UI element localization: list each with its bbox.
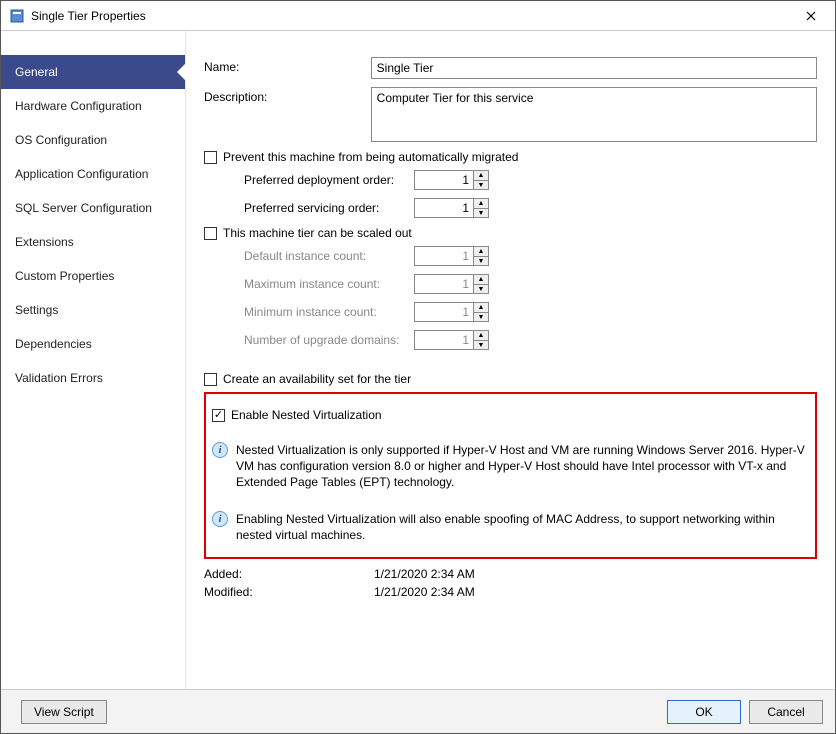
modified-label: Modified: [204,585,374,599]
chevron-up-icon[interactable]: ▲ [474,171,488,180]
preferred-deployment-input[interactable] [414,170,474,190]
chevron-up-icon: ▲ [474,331,488,340]
default-instance-spinner: ▲▼ [474,246,489,266]
scale-out-checkbox[interactable] [204,227,217,240]
added-label: Added: [204,567,374,581]
footer: View Script OK Cancel [1,689,835,733]
mac-spoofing-info: Enabling Nested Virtualization will also… [236,511,809,543]
sidebar-item-general[interactable]: General [1,55,185,89]
chevron-down-icon[interactable]: ▼ [474,180,488,189]
description-label: Description: [204,87,371,104]
minimum-instance-input [414,302,474,322]
view-script-button[interactable]: View Script [21,700,107,724]
preferred-servicing-spinner[interactable]: ▲▼ [474,198,489,218]
upgrade-domains-spinner: ▲▼ [474,330,489,350]
titlebar: Single Tier Properties [1,1,835,31]
sidebar-item-settings[interactable]: Settings [1,293,185,327]
sidebar-item-custom-properties[interactable]: Custom Properties [1,259,185,293]
chevron-down-icon[interactable]: ▼ [474,208,488,217]
sidebar-item-hardware-configuration[interactable]: Hardware Configuration [1,89,185,123]
dialog-body: General Hardware Configuration OS Config… [1,31,835,689]
name-label: Name: [204,57,371,74]
upgrade-domains-label: Number of upgrade domains: [204,330,414,347]
maximum-instance-spinner: ▲▼ [474,274,489,294]
enable-nested-label: Enable Nested Virtualization [231,408,382,422]
enable-nested-checkbox[interactable] [212,409,225,422]
prevent-migration-checkbox[interactable] [204,151,217,164]
preferred-deployment-label: Preferred deployment order: [204,170,414,187]
info-icon: i [212,511,228,527]
prevent-migration-label: Prevent this machine from being automati… [223,150,518,164]
maximum-instance-label: Maximum instance count: [204,274,414,291]
name-input[interactable] [371,57,817,79]
preferred-deployment-spinner[interactable]: ▲▼ [474,170,489,190]
window-title: Single Tier Properties [31,9,791,23]
chevron-up-icon: ▲ [474,303,488,312]
chevron-up-icon[interactable]: ▲ [474,199,488,208]
minimum-instance-label: Minimum instance count: [204,302,414,319]
sidebar: General Hardware Configuration OS Config… [1,31,186,689]
sidebar-item-sql-server-configuration[interactable]: SQL Server Configuration [1,191,185,225]
default-instance-input [414,246,474,266]
modified-value: 1/21/2020 2:34 AM [374,585,475,599]
close-button[interactable] [791,2,831,30]
nested-support-info: Nested Virtualization is only supported … [236,442,809,491]
sidebar-item-dependencies[interactable]: Dependencies [1,327,185,361]
chevron-up-icon: ▲ [474,275,488,284]
ok-button[interactable]: OK [667,700,741,724]
upgrade-domains-input [414,330,474,350]
scale-out-label: This machine tier can be scaled out [223,226,412,240]
description-input[interactable] [371,87,817,142]
dialog-window: Single Tier Properties General Hardware … [0,0,836,734]
availability-set-label: Create an availability set for the tier [223,372,411,386]
sidebar-item-extensions[interactable]: Extensions [1,225,185,259]
cancel-button[interactable]: Cancel [749,700,823,724]
content-panel: Name: Description: Prevent this machine … [186,31,835,689]
info-icon: i [212,442,228,458]
chevron-up-icon: ▲ [474,247,488,256]
added-value: 1/21/2020 2:34 AM [374,567,475,581]
sidebar-item-os-configuration[interactable]: OS Configuration [1,123,185,157]
preferred-servicing-input[interactable] [414,198,474,218]
chevron-down-icon: ▼ [474,312,488,321]
sidebar-item-application-configuration[interactable]: Application Configuration [1,157,185,191]
default-instance-label: Default instance count: [204,246,414,263]
chevron-down-icon: ▼ [474,256,488,265]
preferred-servicing-label: Preferred servicing order: [204,198,414,215]
minimum-instance-spinner: ▲▼ [474,302,489,322]
maximum-instance-input [414,274,474,294]
chevron-down-icon: ▼ [474,340,488,349]
availability-set-checkbox[interactable] [204,373,217,386]
sidebar-item-validation-errors[interactable]: Validation Errors [1,361,185,395]
app-icon [9,8,25,24]
nested-virtualization-section: Enable Nested Virtualization i Nested Vi… [204,392,817,559]
chevron-down-icon: ▼ [474,284,488,293]
